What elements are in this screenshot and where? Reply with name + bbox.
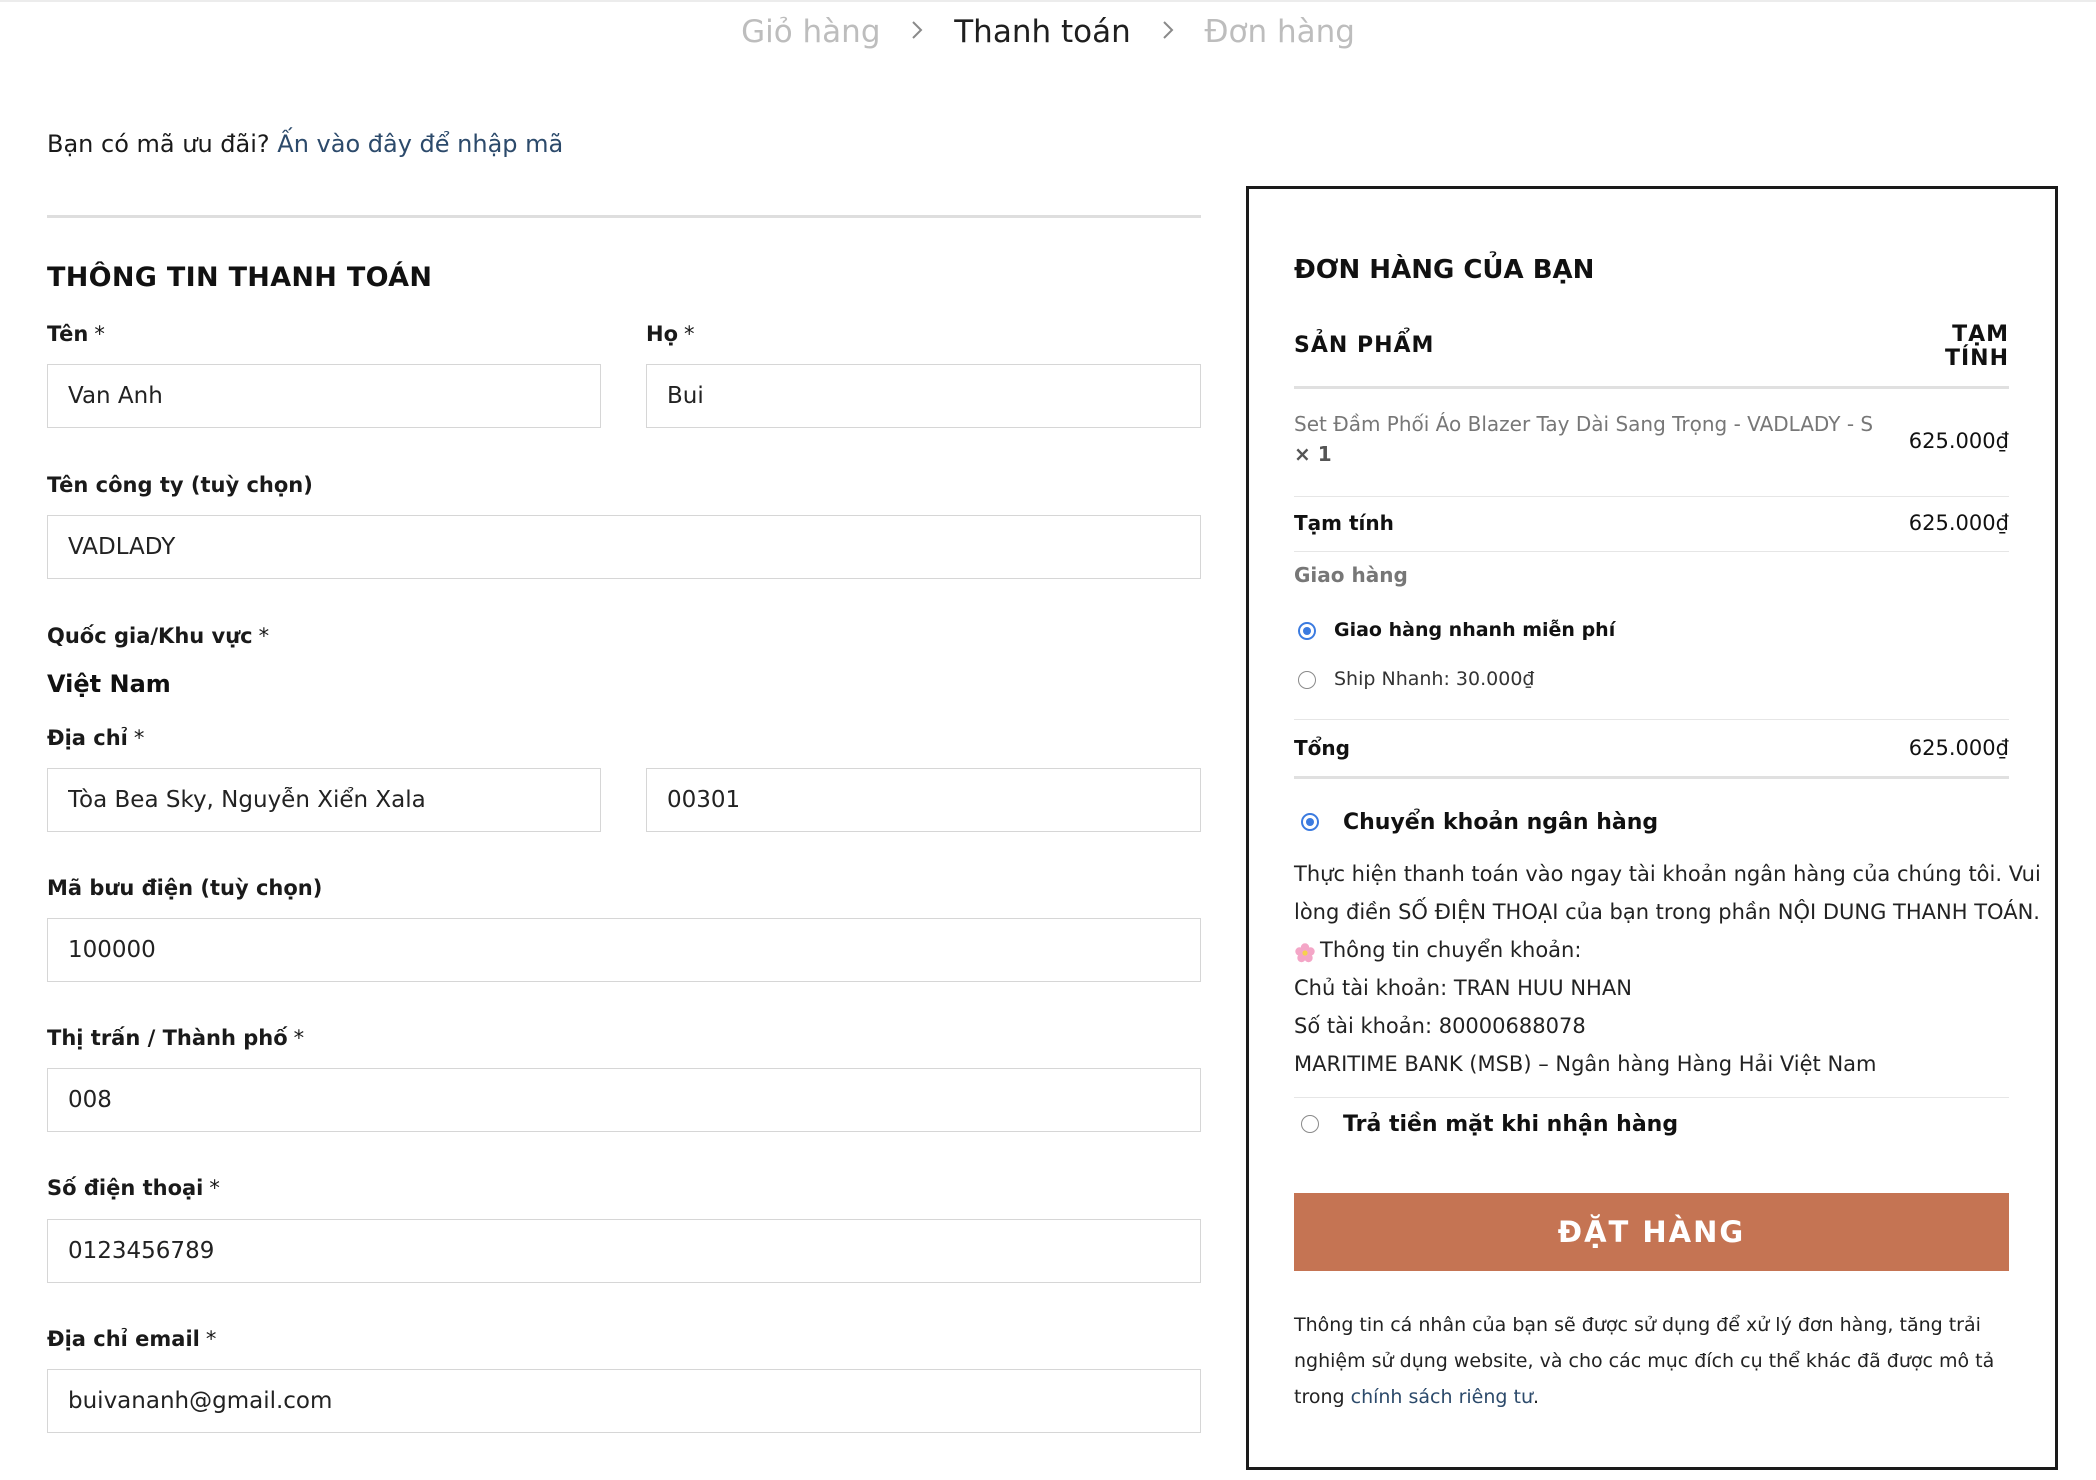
postcode-label: Mã bưu điện (tuỳ chọn) [47, 876, 323, 900]
divider [1294, 551, 2009, 552]
last-name-label: Họ * [646, 322, 695, 346]
city-field[interactable] [47, 1068, 1201, 1132]
email-label: Địa chỉ email * [47, 1327, 217, 1351]
billing-title: THÔNG TIN THANH TOÁN [47, 262, 433, 293]
place-order-button[interactable]: ĐẶT HÀNG [1294, 1193, 2009, 1271]
shipping-option-free-radio[interactable] [1298, 622, 1316, 640]
email-field[interactable] [47, 1369, 1201, 1433]
chevron-right-icon [1161, 19, 1175, 41]
payment-cod-radio[interactable] [1301, 1115, 1319, 1133]
phone-field[interactable] [47, 1219, 1201, 1283]
coupon-notice: Bạn có mã ưu đãi? Ấn vào đây để nhập mã [47, 130, 563, 158]
order-summary: ĐƠN HÀNG CỦA BẠN SẢN PHẨM TẠM TÍNH Set Đ… [1246, 186, 2058, 1470]
total-label: Tổng [1294, 736, 1350, 760]
payment-bank-radio[interactable] [1301, 813, 1319, 831]
breadcrumb: Giỏ hàng Thanh toán Đơn hàng [0, 14, 2096, 50]
divider [1294, 719, 2009, 720]
first-name-field[interactable] [47, 364, 601, 428]
country-label: Quốc gia/Khu vực * [47, 624, 270, 648]
address-street-field[interactable] [47, 768, 601, 832]
phone-label: Số điện thoại * [47, 1176, 220, 1200]
divider [1294, 1097, 2009, 1098]
breadcrumb-checkout: Thanh toán [954, 14, 1131, 50]
shipping-label: Giao hàng [1294, 563, 1408, 587]
privacy-policy-link[interactable]: chính sách riêng tư [1351, 1386, 1533, 1408]
col-subtotal-header: TẠM TÍNH [1944, 322, 2009, 371]
col-product-header: SẢN PHẨM [1294, 333, 1435, 358]
company-field[interactable] [47, 515, 1201, 579]
postcode-field[interactable] [47, 918, 1201, 982]
flower-icon [1294, 938, 1316, 963]
divider [47, 215, 1201, 218]
product-qty: × 1 [1294, 442, 1332, 466]
shipping-option-express-radio[interactable] [1298, 671, 1316, 689]
product-price: 625.000₫ [1908, 429, 2009, 453]
address-label: Địa chỉ * [47, 726, 145, 750]
shipping-option-free[interactable]: Giao hàng nhanh miễn phí [1334, 619, 1615, 641]
privacy-notice: Thông tin cá nhân của bạn sẽ được sử dụn… [1294, 1314, 1995, 1408]
subtotal-value: 625.000₫ [1908, 511, 2009, 535]
total-value: 625.000₫ [1908, 736, 2009, 760]
address-line2-field[interactable] [646, 768, 1201, 832]
country-value: Việt Nam [47, 670, 171, 698]
breadcrumb-cart[interactable]: Giỏ hàng [741, 14, 880, 50]
top-border [0, 0, 2096, 2]
payment-bank-description: Thực hiện thanh toán vào ngay tài khoản … [1294, 862, 2041, 1076]
payment-bank-label[interactable]: Chuyển khoản ngân hàng [1343, 810, 1658, 835]
company-label: Tên công ty (tuỳ chọn) [47, 473, 313, 497]
chevron-right-icon [910, 19, 924, 41]
product-name: Set Đầm Phối Áo Blazer Tay Dài Sang Trọn… [1294, 412, 1874, 466]
last-name-field[interactable] [646, 364, 1201, 428]
order-title: ĐƠN HÀNG CỦA BẠN [1294, 255, 1595, 285]
breadcrumb-order: Đơn hàng [1204, 14, 1355, 50]
divider [1294, 496, 2009, 497]
city-label: Thị trấn / Thành phố * [47, 1026, 305, 1050]
divider [1294, 776, 2009, 779]
coupon-prompt: Bạn có mã ưu đãi? [47, 130, 270, 158]
first-name-label: Tên * [47, 322, 105, 346]
shipping-option-express[interactable]: Ship Nhanh: 30.000₫ [1334, 668, 1535, 690]
payment-cod-label[interactable]: Trả tiền mặt khi nhận hàng [1343, 1112, 1678, 1137]
divider [1294, 386, 2009, 389]
subtotal-label: Tạm tính [1294, 511, 1394, 535]
coupon-link[interactable]: Ấn vào đây để nhập mã [277, 130, 563, 158]
